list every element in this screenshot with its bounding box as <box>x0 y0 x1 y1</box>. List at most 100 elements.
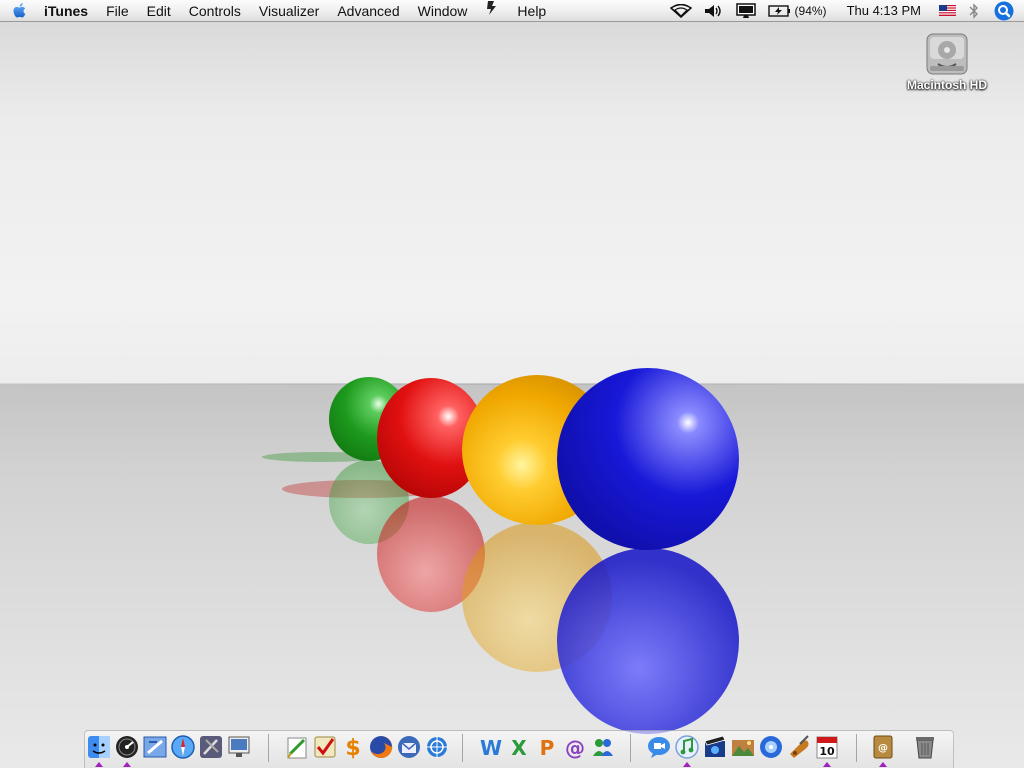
svg-text:@: @ <box>878 743 888 754</box>
battery-menu[interactable]: (94%) <box>762 0 833 21</box>
menu-file[interactable]: File <box>97 0 138 22</box>
dock-item-preview[interactable] <box>226 734 252 760</box>
clock-menu[interactable]: Thu 4:13 PM <box>833 0 933 21</box>
hard-drive-icon <box>926 33 968 75</box>
dashboard-icon <box>116 736 138 758</box>
dock-item-office-entourage[interactable]: @ <box>562 734 588 760</box>
mail-icon <box>143 736 167 758</box>
dock-item-money[interactable]: $ <box>340 734 366 760</box>
ical-date-label: 10 <box>819 745 835 758</box>
wallpaper-blue-reflection <box>557 548 739 734</box>
menu-edit[interactable]: Edit <box>138 0 180 22</box>
svg-text:@: @ <box>565 736 585 760</box>
dock-item-safari[interactable] <box>170 734 196 760</box>
system-preferences-icon <box>200 736 222 758</box>
menu-visualizer[interactable]: Visualizer <box>250 0 328 22</box>
us-flag-icon <box>939 5 956 16</box>
display-menu[interactable] <box>730 0 762 21</box>
iphoto-icon <box>732 740 754 756</box>
macintosh-hd-desktop-icon[interactable]: Macintosh HD <box>900 30 994 92</box>
wifi-icon <box>669 3 692 18</box>
bluetooth-icon <box>969 2 978 19</box>
running-indicator-icon <box>823 762 831 767</box>
menu-window[interactable]: Window <box>409 0 477 22</box>
bluetooth-menu[interactable] <box>962 0 986 21</box>
spotlight-menu[interactable] <box>986 0 1024 21</box>
svg-text:X: X <box>511 736 527 760</box>
wallpaper-blue-sphere <box>557 368 739 550</box>
svg-text:P: P <box>540 736 555 760</box>
menu-bar: iTunes File Edit Controls Visualizer Adv… <box>0 0 1024 22</box>
office-entourage-icon: @ <box>565 736 585 760</box>
dock-item-thunderbird[interactable] <box>396 734 422 760</box>
macintosh-hd-label: Macintosh HD <box>906 78 987 92</box>
money-icon: $ <box>345 736 360 760</box>
apple-logo-icon <box>13 2 26 17</box>
dock-item-ichat[interactable] <box>646 734 672 760</box>
spotlight-icon <box>994 1 1014 20</box>
dock-item-mail[interactable] <box>142 734 168 760</box>
tasks-icon <box>314 736 336 758</box>
battery-charging-icon <box>767 4 790 17</box>
menu-script[interactable] <box>476 0 508 22</box>
script-menu-icon <box>487 0 497 15</box>
menu-controls[interactable]: Controls <box>180 0 250 22</box>
office-powerpoint-icon: P <box>540 736 555 760</box>
dock-item-imovie[interactable] <box>702 734 728 760</box>
dock-item-iphoto[interactable] <box>730 734 756 760</box>
running-indicator-icon <box>683 762 691 767</box>
dock-item-office-excel[interactable]: X <box>506 734 532 760</box>
itunes-icon <box>675 735 699 759</box>
volume-icon <box>704 4 721 17</box>
svg-text:$: $ <box>345 736 360 760</box>
dock-item-finder[interactable] <box>86 734 112 760</box>
ical-icon: 10 <box>816 736 838 759</box>
app-menu-itunes[interactable]: iTunes <box>40 0 97 22</box>
input-menu[interactable] <box>933 0 962 21</box>
running-indicator-icon <box>879 762 887 767</box>
menu-help[interactable]: Help <box>508 0 555 22</box>
preview-icon <box>228 736 250 757</box>
running-indicator-icon <box>95 762 103 767</box>
address-book-icon: @ <box>873 735 893 759</box>
apple-menu[interactable] <box>0 2 40 20</box>
office-word-icon: W <box>480 736 502 760</box>
wifi-menu[interactable] <box>664 0 698 21</box>
safari-icon <box>171 735 195 759</box>
volume-menu[interactable] <box>698 0 730 21</box>
imovie-icon <box>704 735 726 757</box>
dock-separator <box>462 734 463 762</box>
dock-item-garageband[interactable] <box>786 734 812 760</box>
dock-item-office-powerpoint[interactable]: P <box>534 734 560 760</box>
battery-percentage: (94%) <box>794 3 827 18</box>
menu-extras: (94%) Thu 4:13 PM <box>664 0 1024 21</box>
dock-item-tasks[interactable] <box>312 734 338 760</box>
dock-item-office-word[interactable]: W <box>478 734 504 760</box>
dock-item-network-utility[interactable] <box>424 734 450 760</box>
display-mirroring-icon <box>735 2 756 18</box>
dock-item-system-preferences[interactable] <box>198 734 224 760</box>
running-indicator-icon <box>123 762 131 767</box>
ichat-icon <box>648 737 670 758</box>
idvd-icon <box>760 736 782 758</box>
textedit-icon <box>287 737 307 759</box>
dock-item-address-book[interactable]: @ <box>870 734 896 760</box>
dock-item-itunes[interactable] <box>674 734 700 760</box>
finder-icon <box>88 736 110 758</box>
menu-advanced[interactable]: Advanced <box>328 0 408 22</box>
firefox-icon <box>370 735 393 758</box>
dock-item-idvd[interactable] <box>758 734 784 760</box>
dock-separator <box>630 734 631 762</box>
thunderbird-icon <box>398 736 420 758</box>
dock-item-ical[interactable]: 10 <box>814 734 840 760</box>
dock-item-trash[interactable] <box>912 734 938 760</box>
dock-item-messenger[interactable] <box>590 734 616 760</box>
dock-item-textedit[interactable] <box>284 734 310 760</box>
trash-icon <box>916 737 934 759</box>
dock-item-dashboard[interactable] <box>114 734 140 760</box>
dock-item-firefox[interactable] <box>368 734 394 760</box>
garageband-icon <box>790 735 809 758</box>
desktop: Macintosh HD <box>0 0 1024 768</box>
office-excel-icon: X <box>511 736 527 760</box>
dock-separator <box>268 734 269 762</box>
